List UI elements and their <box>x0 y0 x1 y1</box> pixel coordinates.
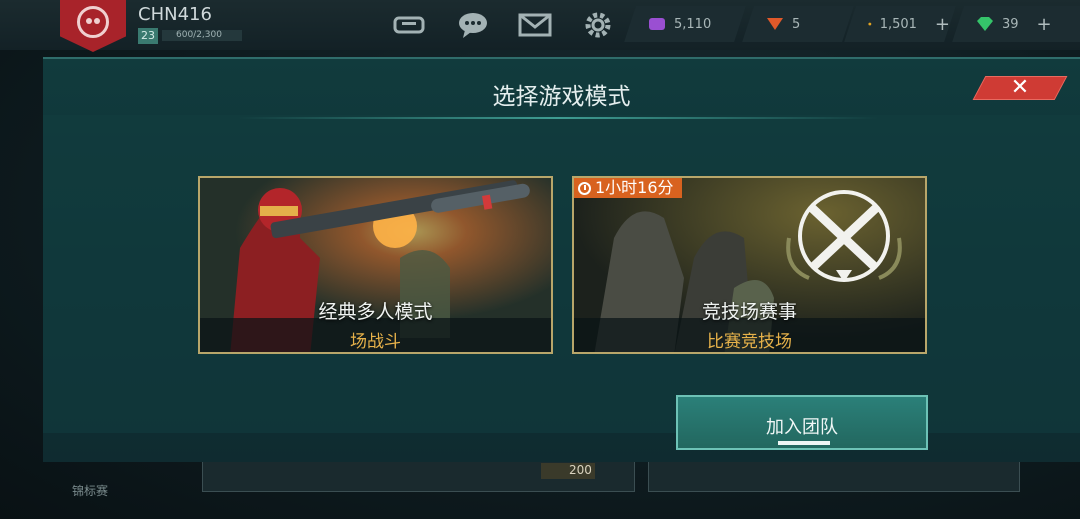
resource-value: 39 <box>1002 16 1019 32</box>
avatar-face-icon <box>77 6 109 38</box>
mode-card-arena[interactable]: 1小时16分 竞技场赛事 比赛竞技场 <box>572 176 927 354</box>
resource-purple[interactable]: 5,110 <box>624 6 746 42</box>
resource-value: 5 <box>792 16 801 32</box>
purple-currency-icon <box>649 18 665 30</box>
resource-value: 5,110 <box>674 16 712 32</box>
title-divider <box>238 117 878 119</box>
timer-text: 1小时16分 <box>595 178 674 197</box>
add-diamond-icon[interactable]: + <box>1037 14 1052 35</box>
resource-diamond[interactable]: 39 + <box>952 6 1080 42</box>
chat-icon[interactable] <box>457 10 489 40</box>
clock-icon <box>578 181 591 195</box>
mode-subtitle: 场战斗 <box>350 332 401 352</box>
side-tab-label[interactable]: 锦标赛 <box>72 482 108 499</box>
xp-progress: 600/2,300 <box>162 30 242 41</box>
join-team-label: 加入团队 <box>766 417 838 438</box>
game-mode-modal: 选择游戏模式 ✕ 经典多人模式 场战斗 1小时16分 竞技场赛事 比赛竞技场 加… <box>43 57 1080 462</box>
mail-icon[interactable] <box>518 10 552 40</box>
close-label: ✕ <box>1010 75 1030 100</box>
top-bar: CHN416 23 600/2,300 5,110 5 1,501 + 39 + <box>0 0 1080 52</box>
mode-subtitle: 比赛竞技场 <box>707 332 792 352</box>
mode-card-classic[interactable]: 经典多人模式 场战斗 <box>198 176 553 354</box>
bg-card-value: 200 <box>541 463 595 479</box>
gold-credits-icon <box>868 22 872 26</box>
gamepad-icon[interactable] <box>393 10 425 40</box>
close-icon[interactable]: ✕ <box>979 76 1061 100</box>
green-diamond-icon <box>977 17 993 31</box>
event-timer: 1小时16分 <box>574 178 682 198</box>
player-avatar[interactable] <box>60 0 126 52</box>
rank-chevron-icon <box>767 18 783 30</box>
join-team-button[interactable]: 加入团队 <box>676 395 928 450</box>
modal-title: 选择游戏模式 <box>492 84 631 110</box>
mode-name: 经典多人模式 <box>318 301 433 323</box>
bg-card-left: 200 <box>202 460 635 492</box>
resource-gold[interactable]: 1,501 + <box>844 6 956 42</box>
add-gold-icon[interactable]: + <box>935 14 950 35</box>
resource-value: 1,501 <box>879 16 917 32</box>
settings-gear-icon[interactable] <box>582 10 614 40</box>
bg-card-right <box>648 460 1020 492</box>
player-name: CHN416 <box>138 4 212 25</box>
level-badge: 23 <box>138 28 158 44</box>
resource-rank[interactable]: 5 <box>742 6 854 42</box>
mode-name: 竞技场赛事 <box>701 301 797 323</box>
button-underline <box>778 441 830 445</box>
